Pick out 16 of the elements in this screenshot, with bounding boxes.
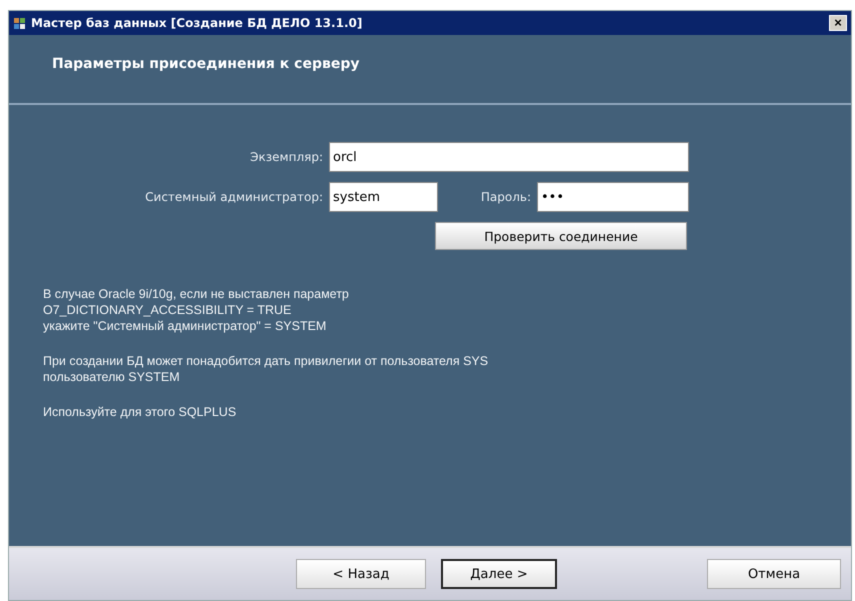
field-label: Системный администратор:	[144, 190, 324, 204]
check-connection-button[interactable]: Проверить соединение	[435, 222, 687, 250]
field-label: Пароль:	[480, 190, 532, 204]
page-title: Параметры присоединения к серверу	[52, 56, 360, 72]
close-button[interactable]: ×	[829, 15, 847, 31]
field-label: Экземпляр:	[249, 150, 324, 164]
window-title: Мастер баз данных [Создание БД ДЕЛО 13.1.0]	[31, 16, 364, 30]
wizard-button[interactable]: Отмена	[707, 559, 841, 589]
wizard-button[interactable]: < Назад	[296, 559, 426, 589]
info-text: Используйте для этого SQLPLUS	[43, 404, 238, 420]
info-text: При создании БД может понадобится дать привилегии от пользователя SYS пользователю SYSTEM	[43, 353, 490, 385]
instance-field[interactable]: orcl	[329, 142, 689, 172]
wizard-button[interactable]: Далее >	[441, 559, 557, 589]
admin-field[interactable]: system	[329, 182, 438, 212]
password-field[interactable]: •••	[537, 182, 689, 212]
info-text: В случае Oracle 9i/10g, если не выставлен параметр O7_DICTIONARY_ACCESSIBILITY = TRUE укажите "Системный администратор" = SYSTEM	[43, 286, 350, 334]
